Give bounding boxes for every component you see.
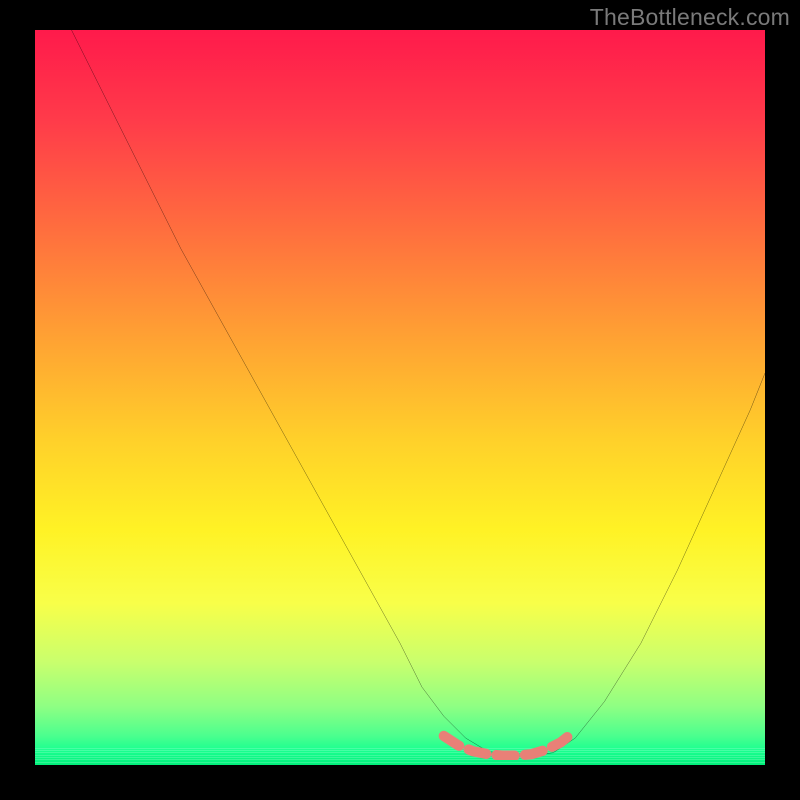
plot-area <box>35 30 765 765</box>
chart-frame: TheBottleneck.com <box>0 0 800 800</box>
bottleneck-curve <box>72 30 766 756</box>
watermark-label: TheBottleneck.com <box>590 4 790 31</box>
curve-svg <box>35 30 765 760</box>
highlight-trough <box>444 734 572 756</box>
